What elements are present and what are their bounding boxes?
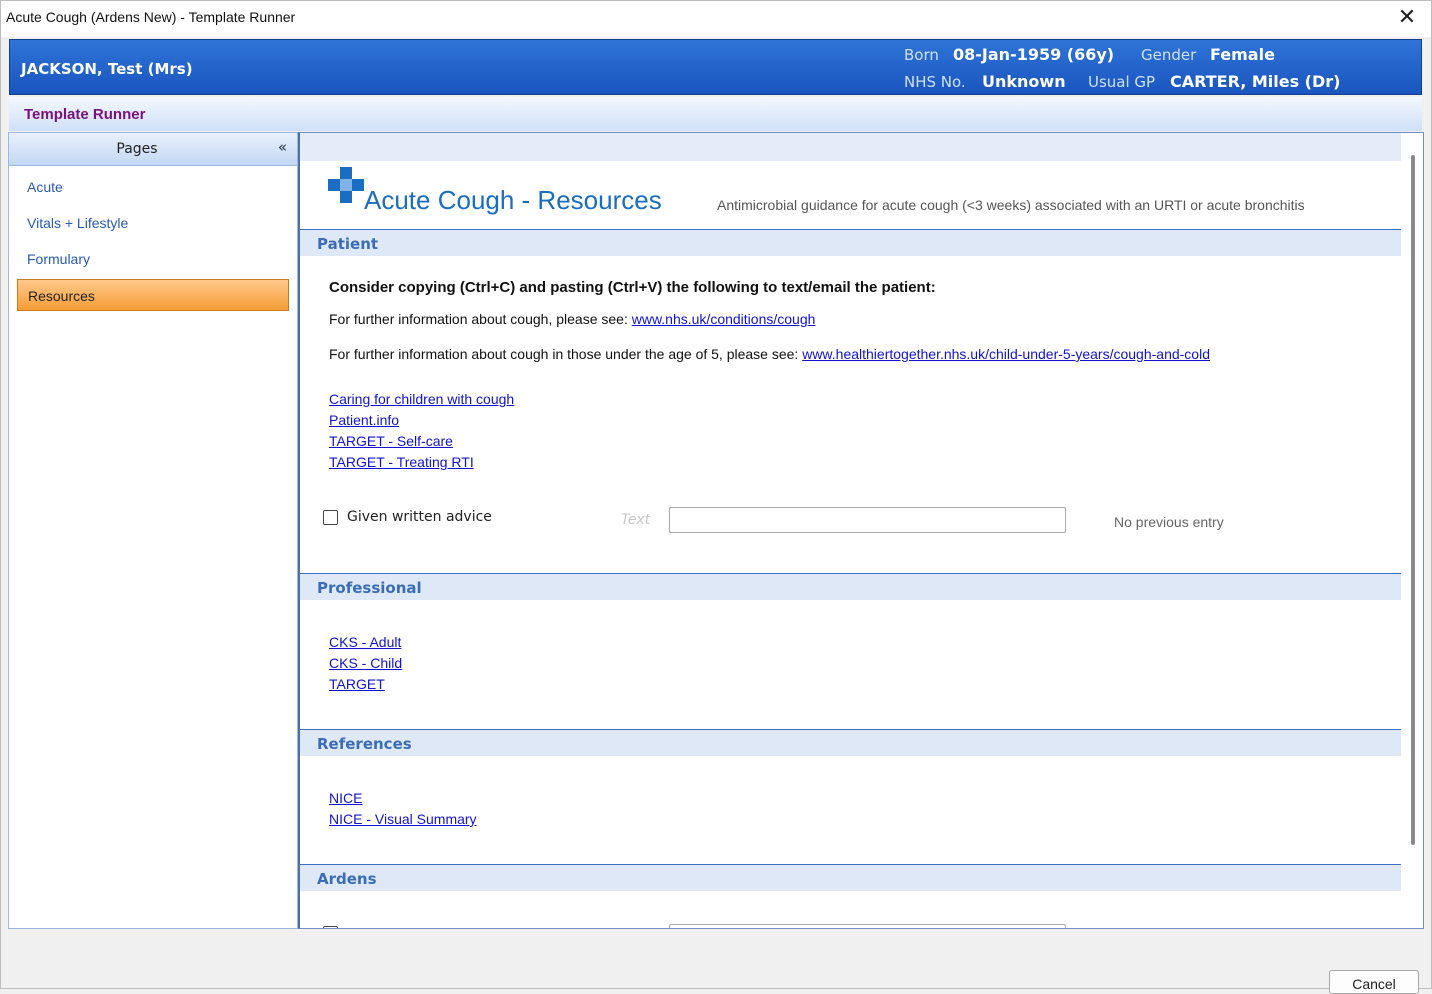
- page-item-formulary[interactable]: Formulary: [17, 243, 289, 275]
- collapse-icon[interactable]: «: [278, 138, 287, 156]
- text-field-label: Text: [621, 512, 651, 528]
- gp-label: Usual GP: [1088, 73, 1156, 91]
- nhs-label: NHS No.: [904, 73, 966, 91]
- gender-value: Female: [1210, 45, 1275, 64]
- link-target-self-care[interactable]: TARGET - Self-care: [329, 433, 453, 449]
- given-written-advice-label: Given written advice: [347, 509, 492, 525]
- section-title-professional: Professional: [317, 579, 422, 597]
- born-label: Born: [904, 46, 939, 64]
- pages-header-label: Pages: [116, 141, 158, 157]
- page-item-resources[interactable]: Resources: [17, 279, 289, 311]
- section-title-references: References: [317, 735, 412, 753]
- section-header-professional: Professional: [300, 573, 1403, 600]
- section-header-patient: Patient: [300, 229, 1403, 256]
- scrollbar-thumb[interactable]: [1411, 155, 1415, 845]
- page-item-acute[interactable]: Acute: [17, 171, 289, 203]
- ardens-text-input[interactable]: [669, 924, 1066, 928]
- template-runner-bar: Template Runner: [9, 97, 1422, 131]
- cancel-button[interactable]: Cancel: [1329, 970, 1419, 994]
- link-cks-child[interactable]: CKS - Child: [329, 655, 402, 671]
- gp-value: CARTER, Miles (Dr): [1170, 72, 1341, 91]
- pages-header: Pages «: [9, 133, 297, 166]
- pages-panel: Pages « Acute Vitals + Lifestyle Formula…: [8, 132, 298, 929]
- gender-label: Gender: [1141, 46, 1197, 64]
- link-cks-adult[interactable]: CKS - Adult: [329, 634, 401, 650]
- nhs-value: Unknown: [982, 72, 1066, 91]
- content-panel: Acute Cough - Resources Antimicrobial gu…: [298, 132, 1424, 929]
- patient-banner: JACKSON, Test (Mrs) Born 08-Jan-1959 (66…: [9, 39, 1422, 95]
- page-item-vitals-lifestyle[interactable]: Vitals + Lifestyle: [17, 207, 289, 239]
- page-subtitle: Antimicrobial guidance for acute cough (…: [717, 197, 1305, 213]
- born-value: 08-Jan-1959 (66y): [953, 45, 1115, 64]
- section-header-ardens: Ardens: [300, 864, 1403, 891]
- link-patient-info[interactable]: Patient.info: [329, 412, 399, 428]
- nhs-cough-link[interactable]: www.nhs.uk/conditions/cough: [632, 311, 816, 327]
- copy-instruction: Consider copying (Ctrl+C) and pasting (C…: [329, 279, 936, 296]
- ardens-checkbox[interactable]: [323, 926, 338, 928]
- info-line-under5-text: For further information about cough in t…: [329, 346, 803, 362]
- patient-name: JACKSON, Test (Mrs): [21, 60, 193, 78]
- info-line-cough: For further information about cough, ple…: [329, 311, 815, 327]
- written-advice-text-input[interactable]: [669, 507, 1066, 533]
- content-top-strip: [300, 133, 1403, 161]
- no-previous-entry: No previous entry: [1114, 514, 1224, 530]
- window-title: Acute Cough (Ardens New) - Template Runn…: [6, 9, 296, 25]
- template-runner-title: Template Runner: [24, 106, 146, 123]
- title-bar: Acute Cough (Ardens New) - Template Runn…: [1, 1, 1431, 37]
- info-line-under5: For further information about cough in t…: [329, 346, 1210, 362]
- info-line-cough-text: For further information about cough, ple…: [329, 311, 632, 327]
- link-nice-visual-summary[interactable]: NICE - Visual Summary: [329, 811, 477, 827]
- link-nice[interactable]: NICE: [329, 790, 362, 806]
- healthier-together-link[interactable]: www.healthiertogether.nhs.uk/child-under…: [802, 346, 1210, 362]
- link-caring-for-children[interactable]: Caring for children with cough: [329, 391, 514, 407]
- section-header-references: References: [300, 729, 1403, 756]
- page-title: Acute Cough - Resources: [364, 185, 662, 215]
- given-written-advice-checkbox[interactable]: [323, 510, 338, 525]
- close-icon[interactable]: ✕: [1395, 5, 1419, 31]
- section-title-ardens: Ardens: [317, 870, 377, 888]
- content-scrollbar[interactable]: [1401, 133, 1423, 928]
- link-target-treating-rti[interactable]: TARGET - Treating RTI: [329, 454, 474, 470]
- template-runner-window: Acute Cough (Ardens New) - Template Runn…: [0, 0, 1432, 994]
- section-title-patient: Patient: [317, 235, 379, 253]
- ardens-logo-icon: [328, 167, 364, 203]
- link-target[interactable]: TARGET: [329, 676, 385, 692]
